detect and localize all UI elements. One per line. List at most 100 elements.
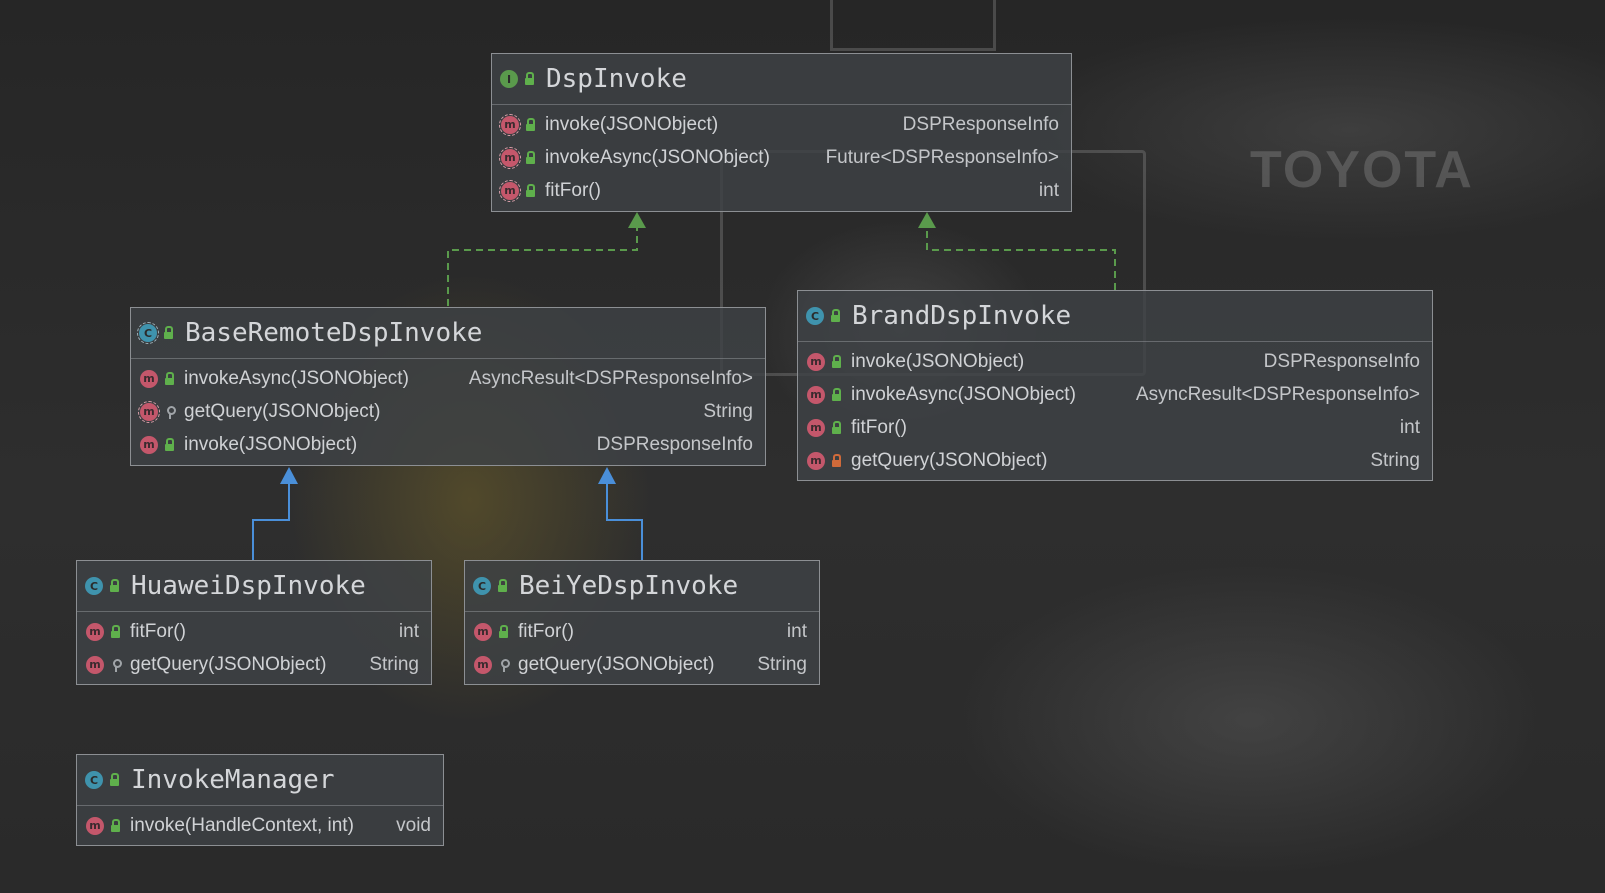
class-box-brand-dsp-invoke[interactable]: C BrandDspInvoke m invoke(JSONObject) DS… (797, 290, 1433, 481)
public-icon (524, 72, 536, 86)
arrowhead-brand-to-dsp-invoke (918, 212, 936, 228)
public-icon (109, 579, 121, 593)
public-icon (525, 183, 537, 198)
public-icon (831, 387, 843, 402)
protected-icon (164, 405, 176, 419)
class-box-beiye-dsp-invoke[interactable]: C BeiYeDspInvoke m fitFor() int m getQue… (464, 560, 820, 685)
method-signature: invoke(JSONObject) (184, 433, 358, 455)
public-icon (525, 117, 537, 132)
edge-brand-realizes-dsp-invoke (926, 226, 1116, 290)
class-header: C BrandDspInvoke (798, 291, 1432, 342)
method-icon: m (86, 816, 104, 835)
method-row[interactable]: m invoke(JSONObject) DSPResponseInfo (798, 345, 1432, 378)
method-row[interactable]: m invoke(JSONObject) DSPResponseInfo (492, 108, 1071, 141)
edge-base-remote-realizes-dsp-invoke (447, 226, 638, 306)
method-icon: m (807, 451, 825, 470)
abstract-class-icon: C (137, 322, 159, 344)
abstract-method-icon: m (499, 113, 521, 136)
return-type: int (1399, 416, 1420, 438)
class-header: C BeiYeDspInvoke (465, 561, 819, 612)
method-signature: invoke(JSONObject) (851, 350, 1025, 372)
class-icon: C (85, 771, 103, 789)
method-signature: fitFor() (545, 179, 601, 201)
method-row[interactable]: m fitFor() int (77, 615, 431, 648)
public-icon (830, 309, 842, 323)
return-type: AsyncResult<DSPResponseInfo> (1135, 383, 1420, 405)
class-header: C InvokeManager (77, 755, 443, 806)
public-icon (109, 773, 121, 787)
method-row[interactable]: m getQuery(JSONObject) String (798, 444, 1432, 477)
return-type: int (786, 620, 807, 642)
arrowhead-beiye-to-base-remote (598, 467, 616, 484)
class-header: C BaseRemoteDspInvoke (131, 308, 765, 359)
return-type: Future<DSPResponseInfo> (825, 146, 1059, 168)
class-name: InvokeManager (131, 765, 335, 795)
class-box-dsp-invoke[interactable]: I DspInvoke m invoke(JSONObject) DSPResp… (491, 53, 1072, 212)
method-row[interactable]: m getQuery(JSONObject) String (77, 648, 431, 681)
method-icon: m (474, 655, 492, 674)
protected-icon (498, 658, 510, 672)
abstract-method-icon: m (499, 179, 521, 202)
return-type: String (369, 653, 419, 675)
public-icon (164, 371, 176, 386)
return-type: DSPResponseInfo (1263, 350, 1420, 372)
class-icon: C (806, 307, 824, 325)
public-icon (110, 624, 122, 639)
class-icon: C (85, 577, 103, 595)
class-header: C HuaweiDspInvoke (77, 561, 431, 612)
public-icon (497, 579, 509, 593)
method-signature: invoke(JSONObject) (545, 113, 719, 135)
private-lock-icon (831, 453, 843, 468)
return-type: int (398, 620, 419, 642)
method-signature: invoke(HandleContext, int) (130, 814, 354, 836)
method-signature: getQuery(JSONObject) (851, 449, 1048, 471)
method-row[interactable]: m invokeAsync(JSONObject) AsyncResult<DS… (798, 378, 1432, 411)
method-row[interactable]: m invoke(JSONObject) DSPResponseInfo (131, 428, 765, 461)
method-row[interactable]: m fitFor() int (492, 174, 1071, 207)
method-icon: m (86, 655, 104, 674)
public-icon (831, 354, 843, 369)
method-row[interactable]: m getQuery(JSONObject) String (131, 395, 765, 428)
method-signature: fitFor() (518, 620, 574, 642)
edge-huawei-extends-base-remote (252, 482, 290, 560)
method-row[interactable]: m invoke(HandleContext, int) void (77, 809, 443, 842)
edge-beiye-extends-base-remote (606, 482, 643, 560)
class-box-huawei-dsp-invoke[interactable]: C HuaweiDspInvoke m fitFor() int m getQu… (76, 560, 432, 685)
method-signature: getQuery(JSONObject) (518, 653, 715, 675)
method-signature: invokeAsync(JSONObject) (851, 383, 1076, 405)
method-signature: fitFor() (851, 416, 907, 438)
interface-icon: I (500, 70, 518, 88)
method-row[interactable]: m getQuery(JSONObject) String (465, 648, 819, 681)
return-type: String (757, 653, 807, 675)
return-type: void (396, 814, 431, 836)
class-icon: C (473, 577, 491, 595)
method-signature: getQuery(JSONObject) (184, 400, 381, 422)
class-box-base-remote-dsp-invoke[interactable]: C BaseRemoteDspInvoke m invokeAsync(JSON… (130, 307, 766, 466)
method-icon: m (807, 418, 825, 437)
method-icon: m (807, 385, 825, 404)
class-name: BeiYeDspInvoke (519, 571, 739, 601)
method-signature: fitFor() (130, 620, 186, 642)
class-name: BaseRemoteDspInvoke (185, 318, 483, 348)
public-icon (831, 420, 843, 435)
method-row[interactable]: m invokeAsync(JSONObject) Future<DSPResp… (492, 141, 1071, 174)
class-name: HuaweiDspInvoke (131, 571, 366, 601)
method-signature: getQuery(JSONObject) (130, 653, 327, 675)
method-icon: m (807, 352, 825, 371)
method-row[interactable]: m fitFor() int (465, 615, 819, 648)
arrowhead-base-remote-to-dsp-invoke (628, 212, 646, 228)
public-icon (163, 326, 175, 340)
return-type: String (1370, 449, 1420, 471)
class-name: DspInvoke (546, 64, 687, 94)
class-box-invoke-manager[interactable]: C InvokeManager m invoke(HandleContext, … (76, 754, 444, 846)
method-row[interactable]: m fitFor() int (798, 411, 1432, 444)
abstract-method-icon: m (499, 146, 521, 169)
return-type: DSPResponseInfo (902, 113, 1059, 135)
abstract-method-icon: m (138, 400, 160, 423)
method-row[interactable]: m invokeAsync(JSONObject) AsyncResult<DS… (131, 362, 765, 395)
return-type: int (1038, 179, 1059, 201)
method-signature: invokeAsync(JSONObject) (184, 367, 409, 389)
protected-icon (110, 658, 122, 672)
class-name: BrandDspInvoke (852, 301, 1072, 331)
method-icon: m (474, 622, 492, 641)
